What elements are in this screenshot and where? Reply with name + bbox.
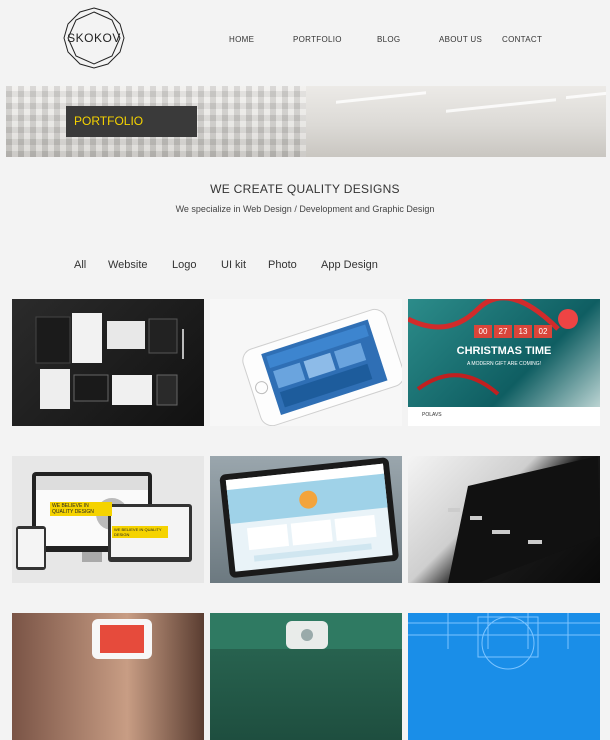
site-logo[interactable]: SKOKOV — [62, 6, 126, 70]
banner-title: PORTFOLIO — [66, 106, 197, 137]
portfolio-item-green-gadget[interactable] — [210, 613, 402, 740]
banner-light — [336, 91, 426, 104]
site-header: SKOKOV HOME PORTFOLIO BLOG ABOUT US CONT… — [0, 0, 610, 86]
countdown-minutes: 13 — [514, 325, 532, 338]
countdown-hours: 27 — [494, 325, 512, 338]
filter-logo[interactable]: Logo — [172, 259, 196, 271]
portfolio-item-responsive-devices[interactable]: WE BELIEVE IN QUALITY DESIGN WE BELIEVE … — [12, 456, 204, 583]
portfolio-item-hand-iphone[interactable] — [12, 613, 204, 740]
banner-light — [566, 91, 606, 100]
filter-ui-kit[interactable]: UI kit — [221, 259, 246, 271]
devices-callout-1: WE BELIEVE IN QUALITY DESIGN — [50, 502, 112, 516]
nav-blog[interactable]: BLOG — [377, 35, 400, 44]
page-banner: PORTFOLIO — [6, 86, 606, 157]
green-gadget-image — [210, 613, 402, 649]
christmas-brand: POLAVS — [422, 412, 442, 418]
countdown-days: 00 — [474, 325, 492, 338]
portfolio-item-dark-monitor[interactable] — [408, 456, 600, 583]
portfolio-item-iphone-app[interactable] — [210, 299, 402, 426]
christmas-tagline: A MODERN GIFT ARE COMING! — [466, 361, 542, 367]
devices-mockup-image — [16, 472, 192, 570]
intro-subheading: We specialize in Web Design / Developmen… — [175, 204, 435, 214]
portfolio-item-christmas-time[interactable]: 00 27 13 02 CHRISTMAS TIME A MODERN GIFT… — [408, 299, 600, 426]
stationery-mockup-image — [35, 313, 184, 409]
intro-heading: WE CREATE QUALITY DESIGNS — [210, 182, 400, 196]
iphone-mockup-image — [242, 308, 402, 426]
filter-app-design[interactable]: App Design — [321, 259, 378, 271]
filter-all[interactable]: All — [74, 259, 86, 271]
hand-iphone-image — [92, 619, 152, 659]
portfolio-item-stationery[interactable] — [12, 299, 204, 426]
nav-contact[interactable]: CONTACT — [502, 35, 542, 44]
monitor-mockup-image — [448, 456, 600, 583]
blue-icon-grid-image — [408, 613, 600, 670]
nav-portfolio[interactable]: PORTFOLIO — [293, 35, 342, 44]
logo-text: SKOKOV — [67, 31, 121, 45]
christmas-headline: CHRISTMAS TIME — [456, 345, 552, 357]
banner-light — [446, 98, 556, 113]
filter-website[interactable]: Website — [108, 259, 148, 271]
portfolio-item-macbook-website[interactable] — [210, 456, 402, 583]
devices-callout-2: WE BELIEVE IN QUALITY DESIGN — [112, 526, 168, 538]
macbook-mockup-image — [219, 457, 399, 578]
countdown-seconds: 02 — [534, 325, 552, 338]
nav-about-us[interactable]: ABOUT US — [439, 35, 482, 44]
nav-home[interactable]: HOME — [229, 35, 254, 44]
portfolio-item-blue-icon-grid[interactable] — [408, 613, 600, 740]
filter-photo[interactable]: Photo — [268, 259, 297, 271]
